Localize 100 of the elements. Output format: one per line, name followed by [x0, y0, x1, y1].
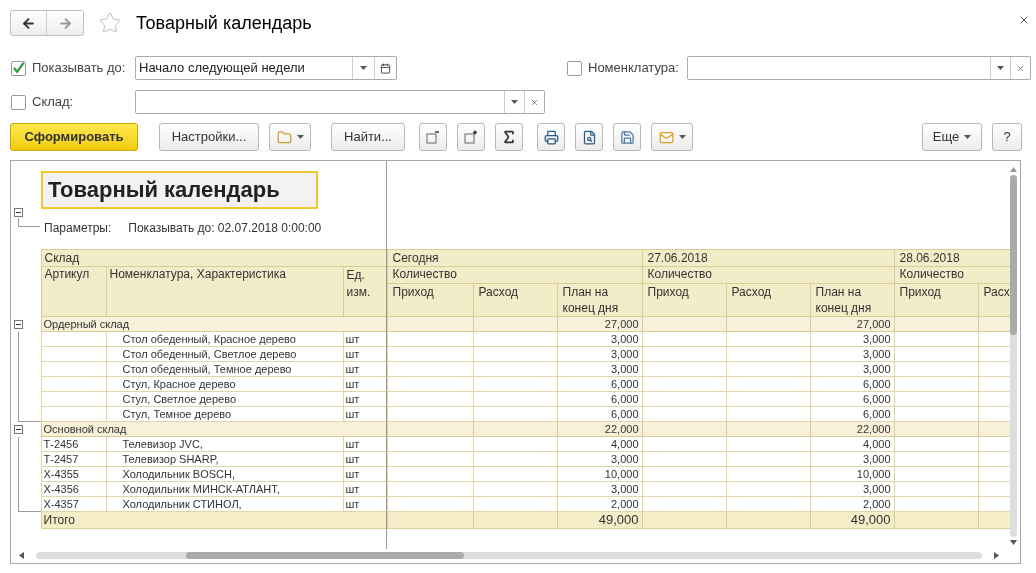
unit-cell: шт: [345, 377, 360, 390]
column-header: Расход: [731, 284, 772, 300]
column-header: Склад: [44, 250, 80, 265]
field-label: Показывать до:: [32, 59, 126, 78]
quantity-value: 22,000: [856, 422, 891, 435]
scroll-left-icon[interactable]: [19, 551, 24, 559]
quantity-value: 3,000: [863, 452, 891, 465]
quantity-value: 6,000: [611, 392, 639, 405]
unit-cell: шт: [345, 482, 360, 495]
settings-button[interactable]: Настройки...: [159, 123, 259, 151]
tree-line: [18, 496, 41, 512]
quantity-value: 3,000: [611, 482, 639, 495]
quantity-value: 3,000: [863, 347, 891, 360]
sum-button[interactable]: [495, 123, 523, 151]
quantity-value: 10,000: [856, 467, 891, 480]
field-label: Номенклатура:: [588, 59, 679, 78]
find-button[interactable]: Найти...: [331, 123, 405, 151]
clear-icon[interactable]: [530, 97, 539, 107]
save-button[interactable]: [613, 123, 641, 151]
total-label: Итого: [43, 513, 75, 527]
quantity-value: 27,000: [604, 317, 639, 330]
caret-icon: [511, 100, 518, 104]
help-button[interactable]: ?: [992, 123, 1022, 151]
favorite-star-icon[interactable]: [98, 11, 122, 35]
preview-button[interactable]: [575, 123, 603, 151]
checkbox[interactable]: [567, 60, 582, 76]
column-header: Количество: [899, 267, 964, 281]
generate-button[interactable]: Сформировать: [10, 123, 138, 151]
back-arrow-icon: [21, 15, 36, 31]
nomenclature-field[interactable]: [687, 56, 1031, 80]
item-cell: Стул, Темное дерево: [122, 407, 232, 420]
warehouse-field[interactable]: [135, 90, 545, 114]
scroll-down-icon[interactable]: [1010, 540, 1017, 545]
column-header: Расх: [983, 284, 1010, 300]
column-header: Количество: [647, 267, 712, 281]
quantity-value: 22,000: [604, 422, 639, 435]
field-value: Начало следующей недели: [138, 59, 306, 77]
column-header: Приход: [392, 284, 434, 300]
calendar-icon[interactable]: [380, 62, 391, 74]
column-header: Приход: [647, 284, 689, 300]
close-icon[interactable]: [1018, 14, 1030, 26]
column-header: Количество: [392, 267, 457, 281]
field-label: Склад:: [32, 93, 74, 112]
article-cell: Т-2456: [43, 437, 79, 450]
report-title: Товарный календарь: [41, 171, 318, 209]
column-header: Ед. изм.: [346, 268, 371, 299]
print-button[interactable]: [537, 123, 565, 151]
scroll-up-icon[interactable]: [1010, 167, 1017, 172]
quantity-value: 3,000: [863, 482, 891, 495]
item-cell: Холодильник МИНСК-АТЛАНТ,: [122, 482, 280, 495]
checkbox[interactable]: [11, 94, 26, 110]
article-cell: Х-4357: [43, 497, 79, 510]
column-header: План на конец дня: [562, 284, 620, 316]
collapse-all-button[interactable]: [419, 123, 447, 151]
caret-icon: [964, 135, 972, 139]
envelope-icon: [658, 129, 674, 145]
column-header: План на конец дня: [815, 284, 873, 316]
window-title: Товарный календарь: [136, 11, 312, 35]
column-header: Расход: [478, 284, 519, 300]
item-cell: Стол обеденный, Светлое дерево: [122, 347, 297, 360]
quantity-value: 3,000: [611, 452, 639, 465]
send-mail-button[interactable]: [651, 123, 693, 151]
item-cell: Стул, Светлое дерево: [122, 392, 237, 405]
unit-cell: шт: [345, 347, 360, 360]
collapse-icon[interactable]: [14, 424, 23, 434]
document-magnifier-icon: [581, 129, 597, 145]
group-name: Ордерный склад: [43, 317, 130, 330]
expand-all-button[interactable]: [457, 123, 485, 151]
column-header: Номенклатура, Характеристика: [109, 267, 286, 281]
vertical-scrollbar[interactable]: [1009, 167, 1018, 545]
article-cell: Х-4356: [43, 482, 79, 495]
period-select[interactable]: Начало следующей недели: [135, 56, 397, 80]
collapse-icon[interactable]: [14, 208, 23, 217]
quantity-value: 2,000: [863, 497, 891, 510]
quantity-value: 4,000: [611, 437, 639, 450]
horizontal-scrollbar[interactable]: [19, 551, 999, 559]
sigma-icon: [501, 129, 517, 145]
variants-button[interactable]: [269, 123, 311, 151]
column-header: Сегодня: [392, 250, 439, 265]
quantity-value: 3,000: [863, 332, 891, 345]
quantity-value: 49,000: [598, 512, 639, 527]
caret-icon: [997, 66, 1004, 70]
tree-line: [18, 218, 40, 227]
unit-cell: шт: [345, 332, 360, 345]
tree-line: [18, 406, 41, 422]
caret-icon: [678, 135, 686, 139]
quantity-value: 3,000: [611, 362, 639, 375]
printer-icon: [543, 129, 559, 145]
grouping-plus-icon: [464, 130, 478, 144]
unit-cell: шт: [345, 467, 360, 480]
article-cell: Т-2457: [43, 452, 79, 465]
item-cell: Телевизор SHARP,: [122, 452, 219, 465]
item-cell: Стол обеденный, Темное дерево: [122, 362, 292, 375]
column-header: Артикул: [44, 267, 90, 281]
clear-icon[interactable]: [1016, 63, 1025, 73]
quantity-value: 6,000: [611, 377, 639, 390]
more-button[interactable]: Еще: [922, 123, 982, 151]
collapse-icon[interactable]: [14, 319, 23, 329]
scroll-right-icon[interactable]: [994, 551, 999, 559]
checkbox[interactable]: [11, 60, 26, 76]
